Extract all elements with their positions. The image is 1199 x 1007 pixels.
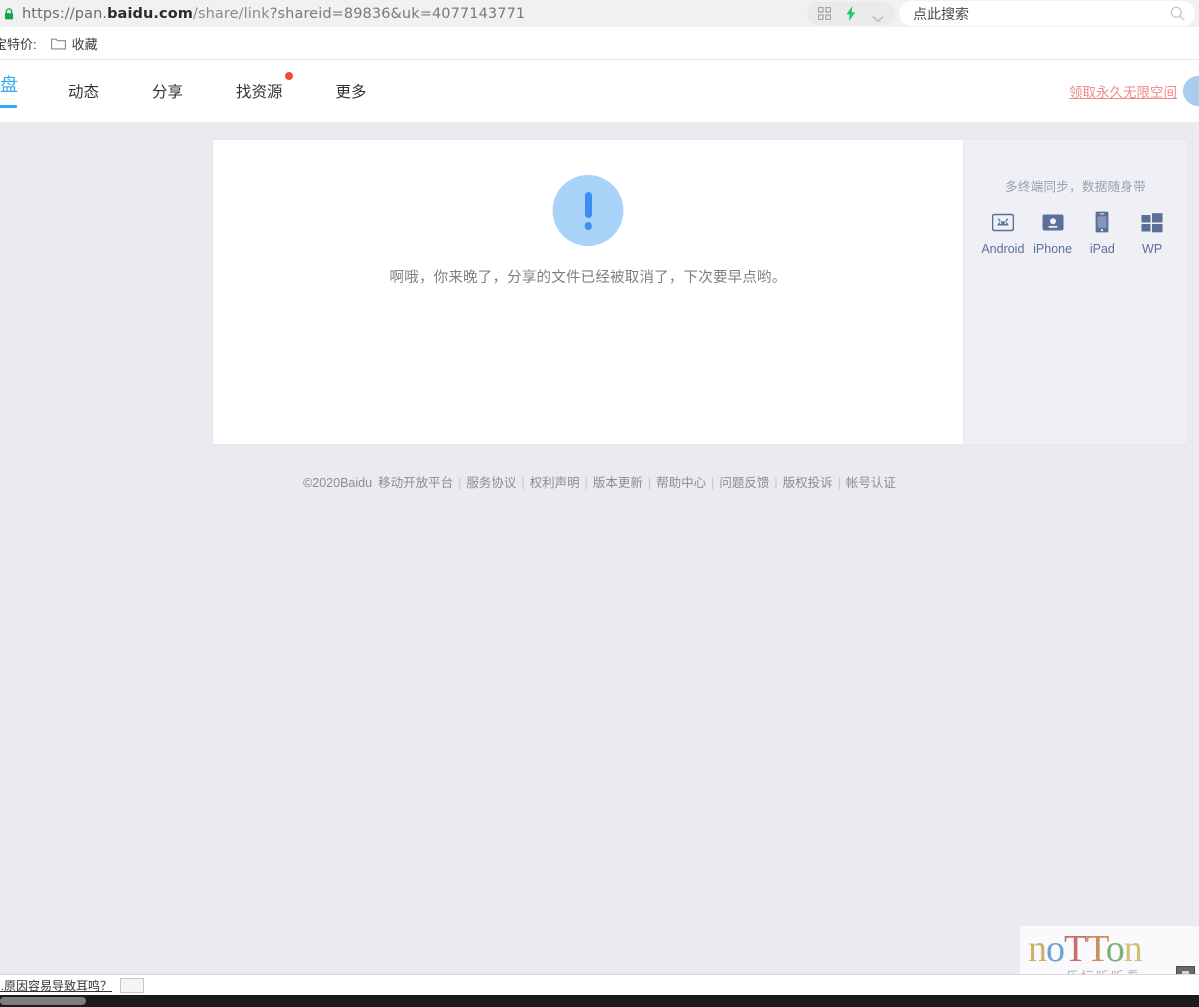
nav-item-zhaoziyuan[interactable]: 找资源 [236,72,293,102]
footer-separator: | [837,476,841,490]
android-robot-icon [991,210,1014,234]
search-magnifier-icon[interactable] [1170,6,1185,21]
device-iphone[interactable]: iPhone [1028,210,1078,256]
card-main-area: 啊哦，你来晚了，分享的文件已经被取消了，下次要早点哟。 [213,140,963,444]
nav-items: 动态 分享 找资源 更多 [68,60,420,122]
watermark-letter: n [1123,928,1143,970]
taskbar [0,995,1199,1007]
footer-link-service-agreement[interactable]: 服务协议 [466,476,516,490]
browser-search-box[interactable]: 点此搜索 [899,1,1195,26]
error-message: 啊哦，你来晚了，分享的文件已经被取消了，下次要早点哟。 [389,270,787,286]
nav-item-gengduo[interactable]: 更多 [336,80,367,102]
device-label: iPad [1089,242,1115,256]
status-bar: ...原因容易导致耳鸣？ [0,974,1199,995]
footer-separator: | [774,476,778,490]
brand-label: 盘 [0,75,18,96]
bookmark-item-1[interactable]: 收藏 [50,34,98,53]
nav-right-group: 领取永久无限空间 [1069,60,1199,122]
footer-separator: | [584,476,588,490]
browser-chrome: https://pan.baidu.com/share/link?shareid… [0,0,1199,28]
footer-link-version-update[interactable]: 版本更新 [593,476,643,490]
folder-icon [50,37,66,50]
exclamation-dot [584,222,592,230]
multi-device-sidebar: 多终端同步，数据随身带 Android iPhone iPad WP [963,140,1187,444]
url-text: https://pan.baidu.com/share/link?shareid… [22,6,525,22]
watermark-letter: o [1105,928,1125,970]
status-bar-chip [120,977,145,993]
device-ipad[interactable]: iPad [1078,210,1128,256]
nav-item-label: 找资源 [236,84,283,101]
status-bar-link[interactable]: ...原因容易导致耳鸣？ [0,977,112,994]
omnibox-actions [807,2,895,25]
device-label: Android [981,242,1025,256]
site-footer: ©2020Baidu 移动开放平台 | 服务协议 | 权利声明 | 版本更新 | 帮助中心 | 问题反… [0,472,1199,491]
chevron-down-icon[interactable] [872,10,884,22]
url-path: /share/link [193,5,270,22]
iphone-device-icon [1042,210,1064,234]
watermark-wordmark: noTTon [1028,928,1143,970]
footer-copyright: ©2020Baidu [303,476,373,490]
address-bar[interactable]: https://pan.baidu.com/share/link?shareid… [0,0,895,27]
watermark-letter: o [1046,928,1065,970]
notification-dot-badge [284,72,293,80]
search-input[interactable]: 点此搜索 [913,4,1170,24]
exclamation-bar [584,192,592,218]
nav-item-fenxiang[interactable]: 分享 [152,80,183,102]
device-list: Android iPhone iPad WP [978,210,1177,256]
bookmark-item-0[interactable]: 宝特价: [0,34,37,53]
footer-link-mobile-platform[interactable]: 移动开放平台 [378,476,453,490]
footer-link-rights-statement[interactable]: 权利声明 [530,476,580,490]
active-tab-indicator [0,105,17,108]
bookmark-label: 收藏 [71,36,98,52]
secure-lock-icon [2,7,16,21]
nav-item-label: 分享 [152,84,184,101]
lightning-bolt-icon[interactable] [845,6,857,21]
page-body: 啊哦，你来晚了，分享的文件已经被取消了，下次要早点哟。 多终端同步，数据随身带 [0,122,1199,1007]
device-label: WP [1142,242,1163,256]
footer-link-feedback[interactable]: 问题反馈 [719,476,769,490]
site-navigation-bar: 盘 动态 分享 找资源 更多 领取永久无限空间 [0,60,1199,123]
exclamation-circle-icon [552,175,624,246]
footer-link-account-verification[interactable]: 帐号认证 [846,476,896,490]
footer-separator: | [711,476,715,490]
device-android[interactable]: Android [978,210,1028,256]
qr-code-icon[interactable] [818,6,832,21]
watermark-letter: n [1028,928,1047,970]
bookmarks-bar: 宝特价: 收藏 [0,27,1199,60]
nav-item-label: 更多 [335,84,367,101]
url-scheme: https://pan. [22,5,108,22]
promo-link[interactable]: 领取永久无限空间 [1069,81,1177,101]
footer-separator: | [647,476,652,490]
url-query: ?shareid=89836&uk=4077143771 [269,5,526,22]
bookmark-label: 宝特价: [0,36,37,52]
footer-separator: | [521,476,525,490]
footer-link-copyright-complaint[interactable]: 版权投诉 [783,476,833,490]
nav-item-dongtai[interactable]: 动态 [68,80,99,102]
device-wp[interactable]: WP [1127,210,1177,256]
ipad-device-icon [1095,210,1109,234]
share-error-card: 啊哦，你来晚了，分享的文件已经被取消了，下次要早点哟。 多终端同步，数据随身带 [212,139,1188,445]
watermark-letter: T [1064,928,1087,970]
sidebar-title: 多终端同步，数据随身带 [1005,180,1146,194]
device-label: iPhone [1033,242,1073,256]
avatar[interactable] [1183,76,1199,106]
windows-phone-icon [1141,210,1163,234]
footer-link-help-center[interactable]: 帮助中心 [656,476,706,490]
watermark-letter: T [1086,928,1107,970]
url-domain: baidu.com [107,5,193,22]
horizontal-scrollbar-thumb[interactable] [0,997,86,1005]
footer-separator: | [458,476,462,490]
nav-item-label: 动态 [68,84,100,101]
site-brand-logo[interactable]: 盘 [0,75,26,108]
